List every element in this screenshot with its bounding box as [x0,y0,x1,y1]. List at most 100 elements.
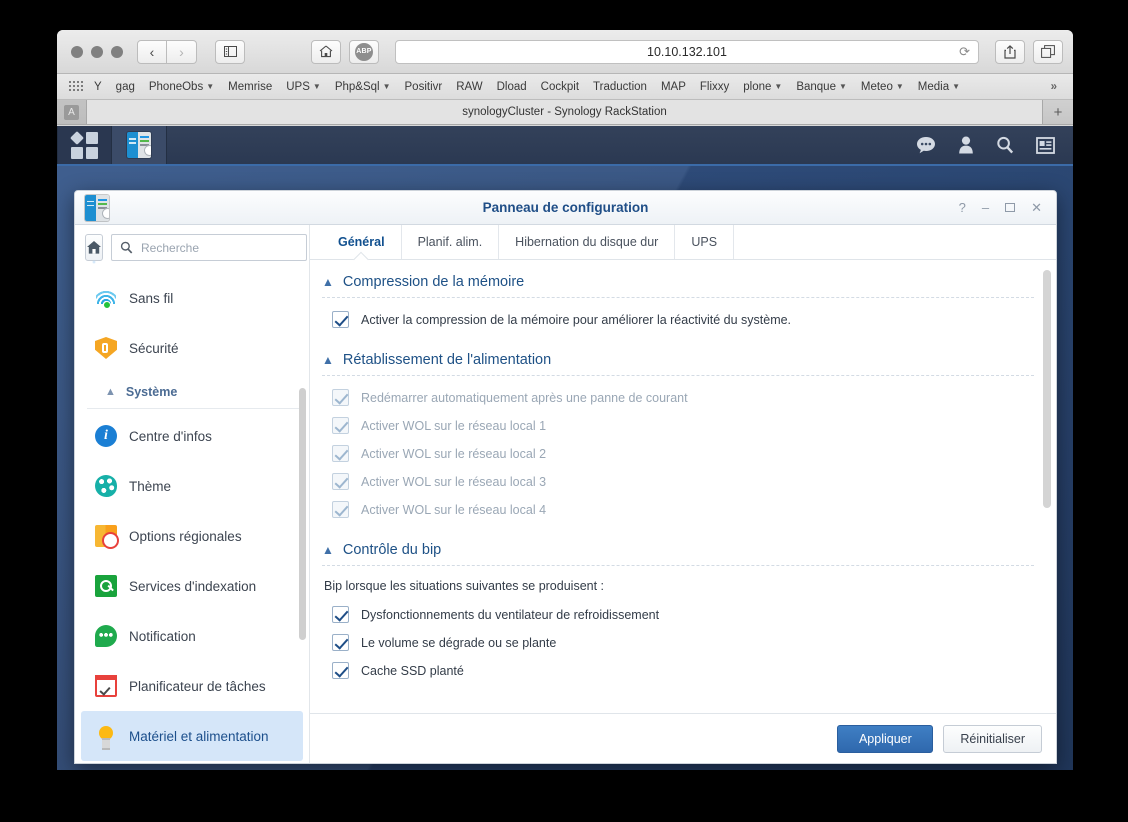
notifications-icon[interactable] [916,136,936,154]
help-button[interactable]: ? [959,201,966,214]
checkbox-volume-degraded[interactable] [332,634,349,651]
checkbox-fan-malfunction[interactable] [332,606,349,623]
bookmark-item[interactable]: Y [87,81,109,93]
new-tab-button[interactable]: + [1043,100,1073,124]
bookmark-item[interactable]: Cockpit [534,81,586,93]
share-button[interactable] [995,39,1025,64]
tab-strip: Général Planif. alim. Hibernation du dis… [310,225,1056,260]
sidebar-item-label: Matériel et alimentation [129,728,269,744]
search-icon [120,241,133,254]
minimize-window-button[interactable] [91,45,103,58]
checkbox-row[interactable]: Activer la compression de la mémoire pou… [332,311,1034,328]
tab-planif-alim[interactable]: Planif. alim. [402,225,500,259]
search-icon[interactable] [996,136,1014,154]
maximize-button[interactable] [1005,201,1016,214]
sidebar-item-securite[interactable]: Sécurité [81,323,303,373]
checkbox-label: Activer WOL sur le réseau local 1 [361,418,547,433]
bookmark-item[interactable]: Dload [490,81,534,93]
sidebar-item-centre-infos[interactable]: Centre d'infos [81,411,303,461]
section-header-beep-control[interactable]: ▲ Contrôle du bip [322,542,1034,566]
address-bar[interactable]: 10.10.132.101 ⟳ [395,39,979,64]
sidebar-toggle-button[interactable] [215,39,245,64]
sidebar-item-theme[interactable]: Thème [81,461,303,511]
sidebar-item-sans-fil[interactable]: Sans fil [81,273,303,323]
bookmark-item[interactable]: Banque ▼ [789,81,854,93]
checkbox-label: Activer WOL sur le réseau local 4 [361,502,547,517]
tab-hibernation[interactable]: Hibernation du disque dur [499,225,676,259]
tab-ups[interactable]: UPS [675,225,735,259]
sidebar-item-label: Services d'indexation [129,578,257,594]
bookmark-item[interactable]: Memrise [221,81,279,93]
browser-tab-active[interactable]: synologyCluster - Synology RackStation [87,100,1043,124]
sidebar-scrollbar[interactable] [299,388,306,640]
adblock-button[interactable]: ABP [349,39,379,64]
checkbox-wol-lan-2 [332,445,349,462]
bookmark-label: Meteo [860,80,893,93]
close-button[interactable]: ✕ [1031,201,1042,214]
tab-general[interactable]: Général [322,225,402,259]
chevron-down-icon: ▼ [895,82,904,91]
home-button[interactable] [311,39,341,64]
apply-button[interactable]: Appliquer [837,724,934,753]
search-box[interactable] [111,234,307,261]
reset-button[interactable]: Réinitialiser [943,724,1042,753]
search-input[interactable] [139,239,298,256]
bookmark-item[interactable]: PhoneObs ▼ [142,81,221,93]
section-header-power-recovery[interactable]: ▲ Rétablissement de l'alimentation [322,352,1034,376]
bookmark-item[interactable]: Media ▼ [911,81,967,93]
sidebar-item-materiel-alimentation[interactable]: Matériel et alimentation [81,711,303,761]
checkbox-row[interactable]: Le volume se dégrade ou se plante [332,634,1034,651]
sidebar-item-options-regionales[interactable]: Options régionales [81,511,303,561]
main-menu-button[interactable] [57,126,112,164]
settings-pane-scrollbar[interactable] [1043,270,1051,508]
checkbox-row[interactable]: Dysfonctionnements du ventilateur de ref… [332,606,1034,623]
user-icon[interactable] [958,136,974,154]
show-tabs-icon [1041,45,1055,58]
navigation-buttons[interactable]: ‹ › [137,39,197,64]
bookmark-item[interactable]: RAW [449,81,489,93]
chevron-up-icon: ▲ [322,543,334,557]
sidebar-item-services-indexation[interactable]: Services d'indexation [81,561,303,611]
window-traffic-lights[interactable] [71,45,123,58]
checkbox-label: Activer WOL sur le réseau local 3 [361,474,547,489]
checkbox-memory-compression[interactable] [332,311,349,328]
bookmarks-overflow-button[interactable]: » [1045,81,1063,93]
section-title: Rétablissement de l'alimentation [342,352,552,368]
favorites-tab[interactable]: A [57,100,87,124]
bookmark-item[interactable]: Traduction [586,81,654,93]
dsm-desktop: Panneau de configuration ? – ✕ Recherche… [57,126,1073,770]
reload-icon[interactable]: ⟳ [959,44,970,60]
sidebar-group-systeme[interactable]: ▲ Système [87,375,301,409]
section-title: Contrôle du bip [342,542,442,558]
palette-icon [95,475,117,497]
speech-bubble-icon [95,625,117,647]
bookmark-item[interactable]: Positivr [398,81,450,93]
taskbar-item-control-panel[interactable] [112,126,167,164]
checkbox-ssd-cache-crashed[interactable] [332,662,349,679]
sidebar-item-planificateur[interactable]: Planificateur de tâches [81,661,303,711]
bookmark-item[interactable]: Flixxy [693,81,736,93]
tab-label: Hibernation du disque dur [515,235,659,249]
show-all-tabs-button[interactable] [1033,39,1063,64]
bookmark-item[interactable]: gag [109,81,142,93]
apps-grid-icon[interactable] [69,81,83,92]
back-button[interactable]: ‹ [137,39,167,64]
bookmark-item[interactable]: Meteo ▼ [854,81,911,93]
bookmark-item[interactable]: UPS ▼ [279,81,328,93]
bookmark-label: plone [743,80,772,93]
widgets-icon[interactable] [1036,136,1055,154]
section-header-compression[interactable]: ▲ Compression de la mémoire [322,274,1034,298]
checkbox-row: Activer WOL sur le réseau local 2 [332,445,1034,462]
sidebar-home-button[interactable] [85,234,103,264]
bookmark-item[interactable]: Php&Sql ▼ [328,81,398,93]
sidebar-item-label: Sans fil [129,290,174,306]
sidebar-item-notification[interactable]: Notification [81,611,303,661]
bookmark-item[interactable]: plone ▼ [736,81,789,93]
minimize-button[interactable]: – [982,201,989,214]
chevron-down-icon: ▼ [382,82,391,91]
zoom-window-button[interactable] [111,45,123,58]
bookmark-item[interactable]: MAP [654,81,693,93]
checkbox-row[interactable]: Cache SSD planté [332,662,1034,679]
bookmark-label: Dload [496,80,527,93]
close-window-button[interactable] [71,45,83,58]
